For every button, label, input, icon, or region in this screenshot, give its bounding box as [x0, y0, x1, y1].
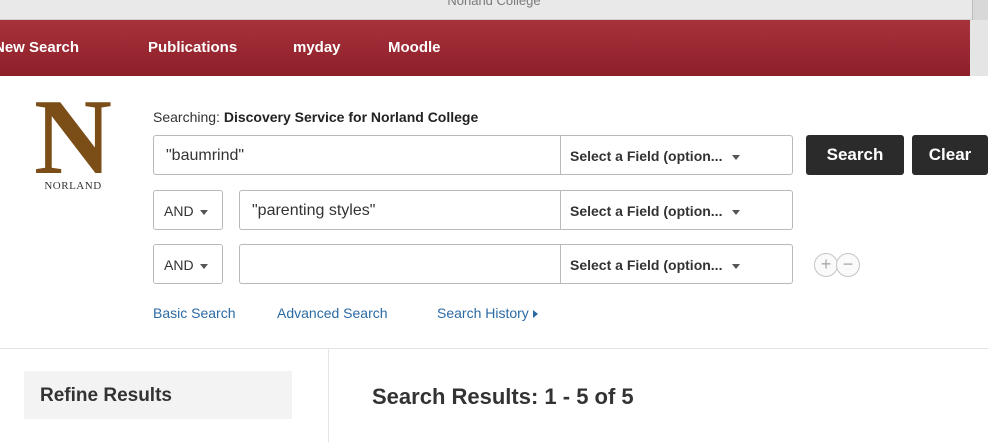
chevron-down-icon — [732, 154, 741, 160]
nav-moodle[interactable]: Moodle — [388, 39, 441, 56]
chevron-down-icon — [732, 209, 741, 215]
remove-row-button[interactable]: − — [836, 253, 860, 277]
results-heading: Search Results: 1 - 5 of 5 — [372, 384, 634, 409]
sidebar-divider — [328, 348, 329, 442]
operator-label: AND — [164, 257, 194, 273]
search-input-3[interactable] — [239, 244, 561, 284]
boolean-operator-2[interactable]: AND — [153, 190, 223, 230]
nav-publications[interactable]: Publications — [148, 39, 237, 56]
search-input-2[interactable]: "parenting styles" — [239, 190, 561, 230]
nav-edge — [970, 20, 988, 76]
operator-label: AND — [164, 203, 194, 219]
search-history-link[interactable]: Search History — [437, 305, 538, 321]
field-select-3[interactable]: Select a Field (option... — [560, 244, 793, 284]
field-select-label: Select a Field (option... — [570, 148, 723, 164]
field-select-label: Select a Field (option... — [570, 203, 723, 219]
field-select-1[interactable]: Select a Field (option... — [560, 135, 793, 175]
add-row-button[interactable]: + — [814, 253, 838, 277]
searching-label: Searching: Discovery Service for Norland… — [153, 109, 478, 125]
searching-prefix: Searching: — [153, 109, 220, 125]
window-edge — [972, 0, 988, 20]
divider — [0, 348, 988, 349]
window-title: Norland College — [447, 0, 541, 8]
chevron-right-icon — [532, 310, 538, 319]
chevron-down-icon — [732, 263, 741, 269]
advanced-search-link[interactable]: Advanced Search — [277, 305, 388, 321]
nav-myday[interactable]: myday — [293, 39, 341, 56]
clear-button[interactable]: Clear — [912, 135, 988, 175]
basic-search-link[interactable]: Basic Search — [153, 305, 235, 321]
field-select-label: Select a Field (option... — [570, 257, 723, 273]
norland-logo[interactable]: N NORLAND — [28, 84, 128, 196]
search-history-label: Search History — [437, 305, 529, 321]
field-select-2[interactable]: Select a Field (option... — [560, 190, 793, 230]
search-button[interactable]: Search — [806, 135, 904, 175]
search-input-1[interactable]: "baumrind" — [153, 135, 561, 175]
top-navigation: New Search Publications myday Moodle — [0, 20, 988, 76]
refine-results-header: Refine Results — [24, 371, 292, 419]
searching-target[interactable]: Discovery Service for Norland College — [224, 109, 478, 125]
chevron-down-icon — [199, 209, 208, 215]
boolean-operator-3[interactable]: AND — [153, 244, 223, 284]
chevron-down-icon — [199, 263, 208, 269]
logo-letter: N — [34, 78, 112, 197]
window-title-bar: Norland College — [0, 0, 988, 20]
nav-new-search[interactable]: New Search — [0, 39, 79, 56]
logo-name: NORLAND — [44, 180, 102, 192]
